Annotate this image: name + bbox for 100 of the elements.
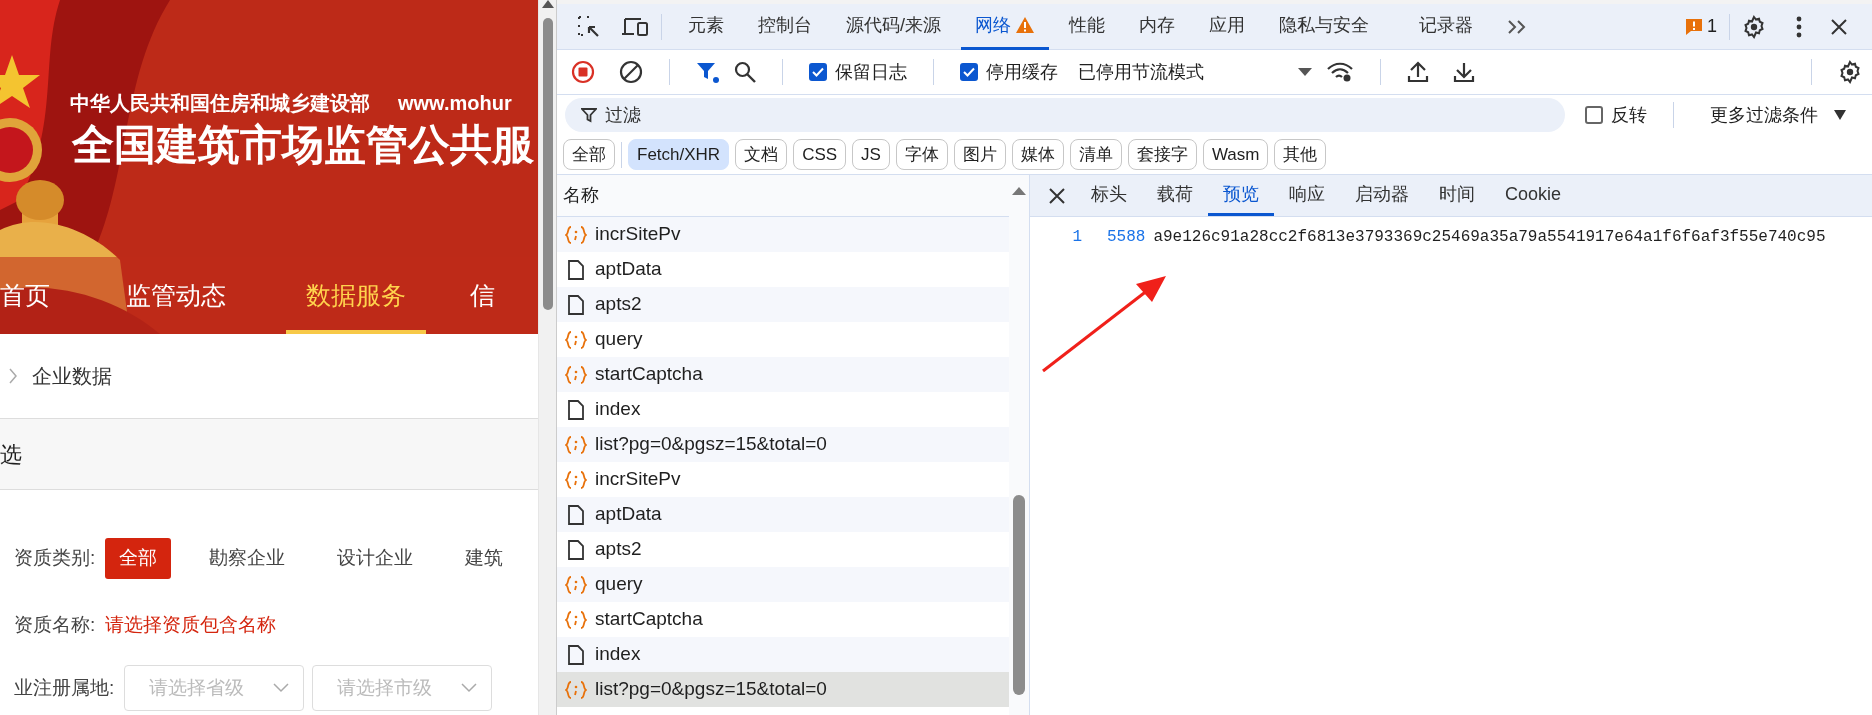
- devtools-tab[interactable]: 隐私与安全: [1265, 3, 1383, 50]
- request-row[interactable]: apts2: [557, 287, 1009, 322]
- request-row[interactable]: startCaptcha: [557, 357, 1009, 392]
- caret-down-icon: [1298, 68, 1312, 76]
- devtools-tab[interactable]: 记录器: [1405, 3, 1487, 50]
- detail-tab[interactable]: 标头: [1076, 175, 1142, 216]
- detail-tab[interactable]: 启动器: [1340, 175, 1424, 216]
- nav-link[interactable]: 数据服务: [286, 257, 426, 334]
- checkbox-option[interactable]: 停用缓存: [960, 58, 1058, 86]
- type-filter-chip[interactable]: 清单: [1069, 139, 1122, 170]
- file-icon: [565, 294, 587, 315]
- braces-icon: [565, 364, 587, 385]
- braces-icon: [565, 224, 587, 245]
- type-filter-chip[interactable]: Wasm: [1202, 139, 1269, 170]
- type-filter-chip[interactable]: 媒体: [1011, 139, 1064, 170]
- scroll-up-icon[interactable]: [541, 0, 554, 8]
- braces-icon: [565, 609, 587, 630]
- braces-icon: [565, 329, 587, 350]
- type-filter-chip[interactable]: CSS: [793, 139, 847, 170]
- devtools-tab[interactable]: 元素: [674, 3, 738, 50]
- line-number: 1: [1071, 227, 1082, 248]
- devtools-tab[interactable]: 源代码/来源: [832, 3, 955, 50]
- request-row[interactable]: aptData: [557, 497, 1009, 532]
- settings-icon[interactable]: [1742, 14, 1766, 39]
- throttling-dropdown[interactable]: 已停用节流模式: [1078, 58, 1312, 86]
- search-icon[interactable]: [734, 61, 756, 83]
- response-text: a9e126c91a28cc2f6813e3793369c25469a35a79a5541917e64a1f6f6af3f55e740c95: [1153, 227, 1826, 248]
- filter-option[interactable]: 全部: [105, 538, 172, 579]
- nav-link[interactable]: 监管动态: [126, 257, 226, 334]
- file-icon: [565, 504, 587, 525]
- scrollbar-thumb[interactable]: [1013, 495, 1025, 695]
- filter-option[interactable]: 设计企业: [323, 538, 428, 579]
- filter-icon: [581, 107, 597, 123]
- inspect-icon[interactable]: [577, 14, 601, 39]
- detail-tab[interactable]: 载荷: [1142, 175, 1208, 216]
- filter-option[interactable]: 勘察企业: [195, 538, 300, 579]
- scroll-up-icon[interactable]: [1012, 187, 1026, 195]
- detail-tab[interactable]: 预览: [1208, 175, 1274, 216]
- chevron-right-icon: [8, 367, 18, 385]
- upload-icon[interactable]: [1407, 61, 1429, 83]
- chevron-down-icon: [461, 683, 478, 693]
- file-icon: [565, 644, 587, 665]
- chevron-down-icon: [273, 683, 290, 693]
- site-url: www.mohur: [398, 91, 512, 116]
- request-row[interactable]: query: [557, 567, 1009, 602]
- more-filters-dropdown[interactable]: 更多过滤条件: [1710, 101, 1846, 129]
- site-title: 全国建筑市场监管公共服: [71, 120, 535, 170]
- request-row[interactable]: incrSitePv: [557, 217, 1009, 252]
- column-header: 名称: [563, 184, 599, 207]
- checkbox-option[interactable]: 保留日志: [809, 58, 907, 86]
- devtools-tab[interactable]: 网络: [961, 3, 1049, 50]
- close-icon[interactable]: [1830, 17, 1848, 36]
- type-filter-chip[interactable]: 文档: [735, 139, 788, 170]
- devtools-tab[interactable]: 性能: [1055, 3, 1119, 50]
- detail-tab[interactable]: Cookie: [1490, 175, 1577, 216]
- type-filter-chip[interactable]: Fetch/XHR: [628, 139, 730, 170]
- response-number: 5588: [1107, 227, 1146, 248]
- filter-label: 资质名称:: [14, 612, 96, 637]
- ministry-name: 中华人民共和国住房和城乡建设部: [70, 91, 370, 116]
- file-icon: [565, 539, 587, 560]
- braces-icon: [565, 574, 587, 595]
- message-alert-icon: [1685, 17, 1703, 36]
- type-filter-chip[interactable]: 套接字: [1127, 139, 1197, 170]
- braces-icon: [565, 679, 587, 700]
- more-options-icon[interactable]: [1796, 15, 1802, 38]
- request-row[interactable]: index: [557, 637, 1009, 672]
- detail-tab[interactable]: 时间: [1424, 175, 1490, 216]
- checkmark-icon: [963, 67, 975, 77]
- nav-link[interactable]: 信: [470, 257, 495, 334]
- warning-icon: [1015, 16, 1035, 34]
- filter-field[interactable]: 过滤: [565, 98, 1565, 132]
- type-filter-chip[interactable]: JS: [852, 139, 890, 170]
- braces-icon: [565, 469, 587, 490]
- close-icon[interactable]: [1048, 186, 1066, 205]
- request-row[interactable]: list?pg=0&pgsz=15&total=0: [557, 427, 1009, 462]
- type-filter-chip[interactable]: 全部: [563, 139, 615, 170]
- devtools-tab[interactable]: 应用: [1195, 3, 1259, 50]
- checkbox-option[interactable]: 反转: [1585, 101, 1647, 129]
- caret-down-icon: [1834, 110, 1846, 120]
- breadcrumb-item: 企业数据: [32, 364, 112, 389]
- filter-option[interactable]: 建筑: [451, 538, 518, 579]
- wifi-settings-icon[interactable]: [1326, 61, 1354, 83]
- type-filter-chip[interactable]: 其他: [1274, 139, 1327, 170]
- type-filter-chip[interactable]: 字体: [895, 139, 948, 170]
- download-icon[interactable]: [1453, 61, 1475, 83]
- settings-icon[interactable]: [1838, 60, 1862, 84]
- detail-tab[interactable]: 响应: [1274, 175, 1340, 216]
- scrollbar-thumb[interactable]: [542, 18, 553, 310]
- devtools-tab[interactable]: 内存: [1125, 3, 1189, 50]
- filter-icon[interactable]: [696, 60, 720, 84]
- clear-icon[interactable]: [619, 60, 643, 84]
- file-icon: [565, 259, 587, 280]
- request-row[interactable]: list?pg=0&pgsz=15&total=0: [557, 672, 1009, 707]
- qualification-link[interactable]: 请选择资质包含名称: [105, 610, 277, 639]
- filter-label: 资质类别:: [14, 546, 96, 570]
- section-title: 选: [0, 440, 22, 469]
- issues-button[interactable]: 1: [1685, 13, 1717, 40]
- type-filter-chip[interactable]: 图片: [953, 139, 1006, 170]
- devtools-tab[interactable]: 控制台: [744, 3, 826, 50]
- record-icon[interactable]: [571, 60, 595, 84]
